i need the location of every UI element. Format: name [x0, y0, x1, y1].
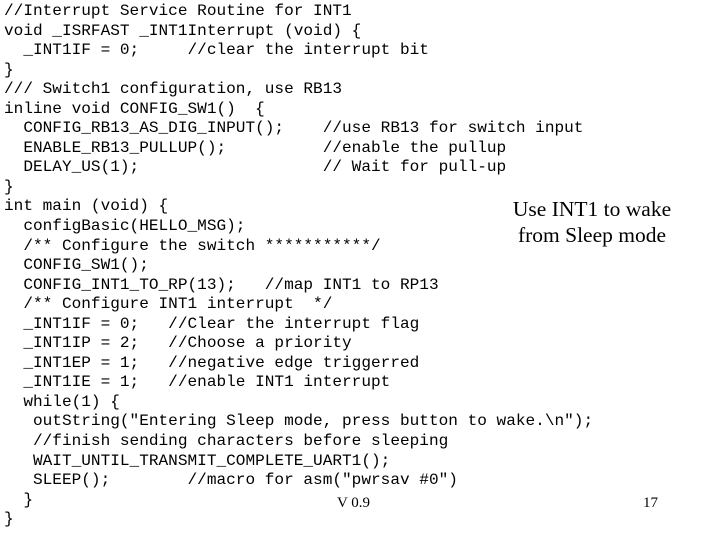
callout-line-2: from Sleep mode — [517, 223, 667, 247]
code-line: } — [4, 177, 14, 196]
code-line: } — [4, 510, 14, 529]
code-line: CONFIG_RB13_AS_DIG_INPUT(); //use RB13 f… — [4, 119, 584, 138]
code-line: WAIT_UNTIL_TRANSMIT_COMPLETE_UART1(); — [4, 451, 391, 470]
code-line: //finish sending characters before sleep… — [4, 432, 449, 451]
code-line: DELAY_US(1); // Wait for pull-up — [4, 158, 507, 177]
callout-line-1: Use INT1 to wake — [512, 197, 672, 221]
footer-version-label: V 0.9 — [337, 495, 371, 511]
code-line: _INT1IP = 2; //Choose a priority — [4, 334, 352, 353]
code-line: CONFIG_INT1_TO_RP(13); //map INT1 to RP1… — [4, 275, 439, 294]
code-line: inline void CONFIG_SW1() { — [4, 99, 265, 118]
code-line: outString("Entering Sleep mode, press bu… — [4, 412, 594, 431]
code-line: CONFIG_SW1(); — [4, 256, 149, 275]
code-line: _INT1IF = 0; //clear the interrupt bit — [4, 41, 429, 60]
code-line: _INT1IF = 0; //Clear the interrupt flag — [4, 314, 420, 333]
slide-canvas: //Interrupt Service Routine for INT1 void… — [0, 0, 720, 540]
callout-annotation: Use INT1 to wake from Sleep mode — [470, 196, 714, 248]
code-listing: //Interrupt Service Routine for INT1 void… — [4, 2, 716, 530]
code-line: //Interrupt Service Routine for INT1 — [4, 2, 352, 20]
footer-page-number: 17 — [643, 495, 658, 511]
code-line: _INT1IE = 1; //enable INT1 interrupt — [4, 373, 391, 392]
code-line: while(1) { — [4, 392, 120, 411]
code-line: /** Configure INT1 interrupt */ — [4, 295, 333, 314]
code-line: /// Switch1 configuration, use RB13 — [4, 80, 343, 99]
code-line: _INT1EP = 1; //negative edge triggerred — [4, 353, 420, 372]
code-line: void _ISRFAST _INT1Interrupt (void) { — [4, 21, 362, 40]
code-line: } — [4, 60, 14, 79]
code-line: SLEEP(); //macro for asm("pwrsav #0") — [4, 471, 458, 490]
code-line: ENABLE_RB13_PULLUP(); //enable the pullu… — [4, 138, 507, 157]
